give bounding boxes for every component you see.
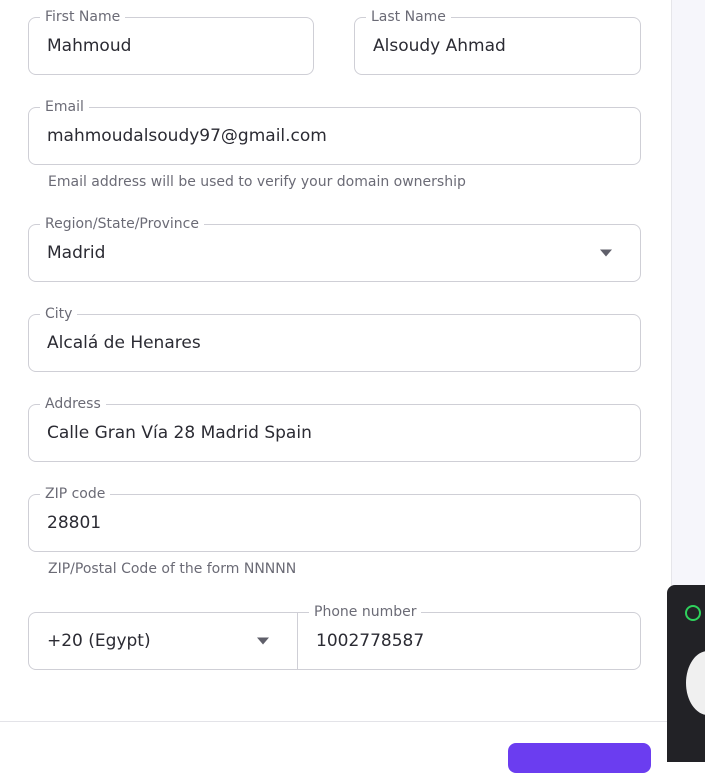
country-code-select[interactable]: +20 (Egypt)	[28, 612, 298, 670]
first-name-label: First Name	[40, 9, 126, 25]
whatsapp-icon[interactable]	[685, 605, 701, 621]
email-value: mahmoudalsoudy97@gmail.com	[47, 126, 327, 146]
region-select[interactable]: Region/State/Province Madrid	[28, 216, 641, 282]
address-field[interactable]: Address Calle Gran Vía 28 Madrid Spain	[28, 396, 641, 462]
zip-field[interactable]: ZIP code 28801	[28, 486, 641, 552]
region-label: Region/State/Province	[40, 216, 204, 232]
zip-helper-text: ZIP/Postal Code of the form NNNNN	[48, 561, 297, 577]
submit-button[interactable]	[508, 743, 651, 773]
zip-value: 28801	[47, 513, 102, 533]
city-label: City	[40, 306, 78, 322]
chevron-down-icon[interactable]	[257, 637, 269, 645]
footer-divider	[0, 721, 667, 722]
phone-number-value: 1002778587	[316, 631, 425, 651]
email-helper-text: Email address will be used to verify you…	[48, 174, 466, 190]
email-field[interactable]: Email mahmoudalsoudy97@gmail.com	[28, 99, 641, 165]
city-value: Alcalá de Henares	[47, 333, 201, 353]
region-value: Madrid	[47, 243, 106, 263]
chevron-down-icon[interactable]	[600, 249, 612, 257]
last-name-value: Alsoudy Ahmad	[373, 36, 506, 56]
address-value: Calle Gran Vía 28 Madrid Spain	[47, 423, 312, 443]
last-name-field[interactable]: Last Name Alsoudy Ahmad	[354, 9, 641, 75]
city-field[interactable]: City Alcalá de Henares	[28, 306, 641, 372]
country-code-value: +20 (Egypt)	[47, 631, 151, 651]
phone-number-label: Phone number	[309, 604, 422, 620]
first-name-value: Mahmoud	[47, 36, 132, 56]
address-label: Address	[40, 396, 106, 412]
chat-widget[interactable]	[667, 585, 705, 762]
first-name-field[interactable]: First Name Mahmoud	[28, 9, 314, 75]
zip-label: ZIP code	[40, 486, 111, 502]
phone-number-field[interactable]: Phone number 1002778587	[297, 604, 641, 670]
avatar	[686, 651, 705, 715]
email-label: Email	[40, 99, 89, 115]
last-name-label: Last Name	[366, 9, 451, 25]
